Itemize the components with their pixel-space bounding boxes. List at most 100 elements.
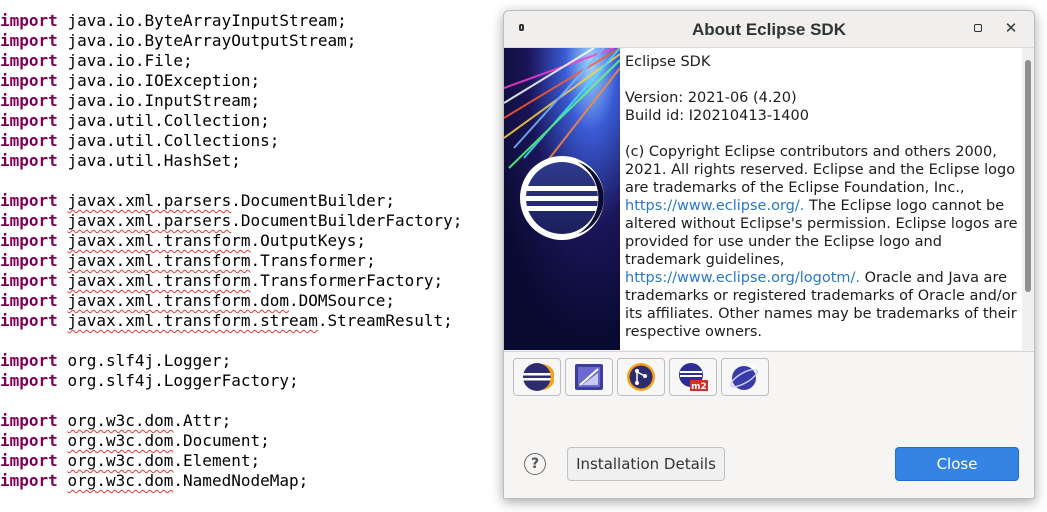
import-keyword: import xyxy=(0,191,58,210)
code-line: import java.util.Collection; xyxy=(0,111,462,131)
dialog-title: About Eclipse SDK xyxy=(692,20,846,39)
import-keyword: import xyxy=(0,471,58,490)
code-line: import javax.xml.parsers.DocumentBuilder… xyxy=(0,191,462,211)
import-path: .Element; xyxy=(173,451,261,470)
eclipse-platform-icon xyxy=(523,363,554,391)
import-keyword: import xyxy=(0,11,58,30)
import-keyword: import xyxy=(0,131,58,150)
pde-icon xyxy=(730,364,758,390)
feature-icons-row: m2 xyxy=(504,351,1034,400)
import-path: .DOMSource; xyxy=(289,291,395,310)
unresolved-package: javax.xml.transform xyxy=(67,231,251,250)
unresolved-package: org.w3c.dom xyxy=(67,431,174,450)
close-icon[interactable]: ✕ xyxy=(1002,19,1020,37)
import-path: .TransformerFactory; xyxy=(250,271,444,290)
import-path: java.io.InputStream; xyxy=(67,91,261,110)
import-keyword: import xyxy=(0,231,58,250)
installation-details-button[interactable]: Installation Details xyxy=(567,447,725,481)
copyright-part-1: (c) Copyright Eclipse contributors and o… xyxy=(625,144,1016,196)
splash-art xyxy=(504,48,620,350)
import-keyword: import xyxy=(0,291,58,310)
import-path: org.slf4j.LoggerFactory; xyxy=(67,371,299,390)
code-line: import java.io.InputStream; xyxy=(0,91,462,111)
import-keyword: import xyxy=(0,271,58,290)
eclipse-link[interactable]: https://www.eclipse.org/. xyxy=(625,198,804,214)
import-keyword: import xyxy=(0,351,58,370)
egit-icon xyxy=(627,363,655,391)
jdt-icon xyxy=(575,364,603,390)
import-keyword: import xyxy=(0,151,58,170)
code-line: import javax.xml.transform.OutputKeys; xyxy=(0,231,462,251)
maximize-icon[interactable] xyxy=(974,24,982,32)
import-path: java.io.File; xyxy=(67,51,193,70)
about-dialog: About Eclipse SDK ✕ Eclipse SDK Version:… xyxy=(503,10,1035,499)
import-keyword: import xyxy=(0,431,58,450)
m2e-icon: m2 xyxy=(679,363,708,392)
code-line: import org.w3c.dom.Element; xyxy=(0,451,462,471)
code-line: import org.w3c.dom.NamedNodeMap; xyxy=(0,471,462,491)
m2e-button[interactable]: m2 xyxy=(669,358,717,396)
egit-button[interactable] xyxy=(617,358,665,396)
import-path: java.io.ByteArrayInputStream; xyxy=(67,11,347,30)
code-line: import java.io.IOException; xyxy=(0,71,462,91)
import-keyword: import xyxy=(0,91,58,110)
import-path: java.util.Collection; xyxy=(67,111,270,130)
pde-button[interactable] xyxy=(721,358,769,396)
import-keyword: import xyxy=(0,111,58,130)
unresolved-package: javax.xml.parsers xyxy=(67,211,232,230)
import-path: java.util.HashSet; xyxy=(67,151,241,170)
code-editor[interactable]: import java.io.ByteArrayInputStream; impo… xyxy=(0,11,462,491)
info-scrollbar[interactable] xyxy=(1022,48,1034,350)
unresolved-package: javax.xml.parsers xyxy=(67,191,232,210)
code-line: import org.w3c.dom.Document; xyxy=(0,431,462,451)
eclipse-splash-image xyxy=(504,48,620,350)
import-path: org.slf4j.Logger; xyxy=(67,351,232,370)
close-button[interactable]: Close xyxy=(895,447,1019,481)
eclipse-platform-button[interactable] xyxy=(513,358,561,396)
import-path: .Transformer; xyxy=(250,251,376,270)
jdt-button[interactable] xyxy=(565,358,613,396)
copyright-text: (c) Copyright Eclipse contributors and o… xyxy=(625,143,1021,341)
import-keyword: import xyxy=(0,451,58,470)
code-line: import javax.xml.parsers.DocumentBuilder… xyxy=(0,211,462,231)
code-line: import javax.xml.transform.TransformerFa… xyxy=(0,271,462,291)
import-path: .DocumentBuilderFactory; xyxy=(231,211,463,230)
import-keyword: import xyxy=(0,411,58,430)
import-keyword: import xyxy=(0,211,58,230)
unresolved-package: javax.xml.transform xyxy=(67,271,251,290)
code-line: import javax.xml.transform.stream.Stream… xyxy=(0,311,462,331)
about-info-panel[interactable]: Eclipse SDK Version: 2021-06 (4.20) Buil… xyxy=(620,48,1034,350)
code-line: import org.w3c.dom.Attr; xyxy=(0,411,462,431)
dialog-titlebar[interactable]: About Eclipse SDK ✕ xyxy=(504,11,1034,48)
import-path: .StreamResult; xyxy=(317,311,453,330)
unresolved-package: org.w3c.dom xyxy=(67,411,174,430)
import-keyword: import xyxy=(0,51,58,70)
unresolved-package: javax.xml.transform xyxy=(67,251,251,270)
import-path: .OutputKeys; xyxy=(250,231,367,250)
version-text: Version: 2021-06 (4.20) xyxy=(625,90,797,106)
logotm-link[interactable]: https://www.eclipse.org/logotm/. xyxy=(625,270,860,286)
import-path: .DocumentBuilder; xyxy=(231,191,395,210)
import-path: java.io.IOException; xyxy=(67,71,261,90)
import-keyword: import xyxy=(0,31,58,50)
import-path: java.io.ByteArrayOutputStream; xyxy=(67,31,357,50)
code-line: import java.io.File; xyxy=(0,51,462,71)
import-path: .Attr; xyxy=(173,411,232,430)
code-line: import javax.xml.transform.dom.DOMSource… xyxy=(0,291,462,311)
import-keyword: import xyxy=(0,71,58,90)
product-name: Eclipse SDK xyxy=(625,54,711,70)
import-keyword: import xyxy=(0,311,58,330)
import-keyword: import xyxy=(0,371,58,390)
unresolved-package: javax.xml.transform.stream xyxy=(67,311,318,330)
build-id-text: Build id: I20210413-1400 xyxy=(625,108,809,124)
code-line: import java.util.Collections; xyxy=(0,131,462,151)
import-path: java.util.Collections; xyxy=(67,131,280,150)
code-line: import org.slf4j.LoggerFactory; xyxy=(0,371,462,391)
code-line: import org.slf4j.Logger; xyxy=(0,351,462,371)
help-icon[interactable]: ? xyxy=(524,453,546,475)
code-line: import java.io.ByteArrayInputStream; xyxy=(0,11,462,31)
scrollbar-thumb[interactable] xyxy=(1025,60,1031,292)
code-line: import java.util.HashSet; xyxy=(0,151,462,171)
